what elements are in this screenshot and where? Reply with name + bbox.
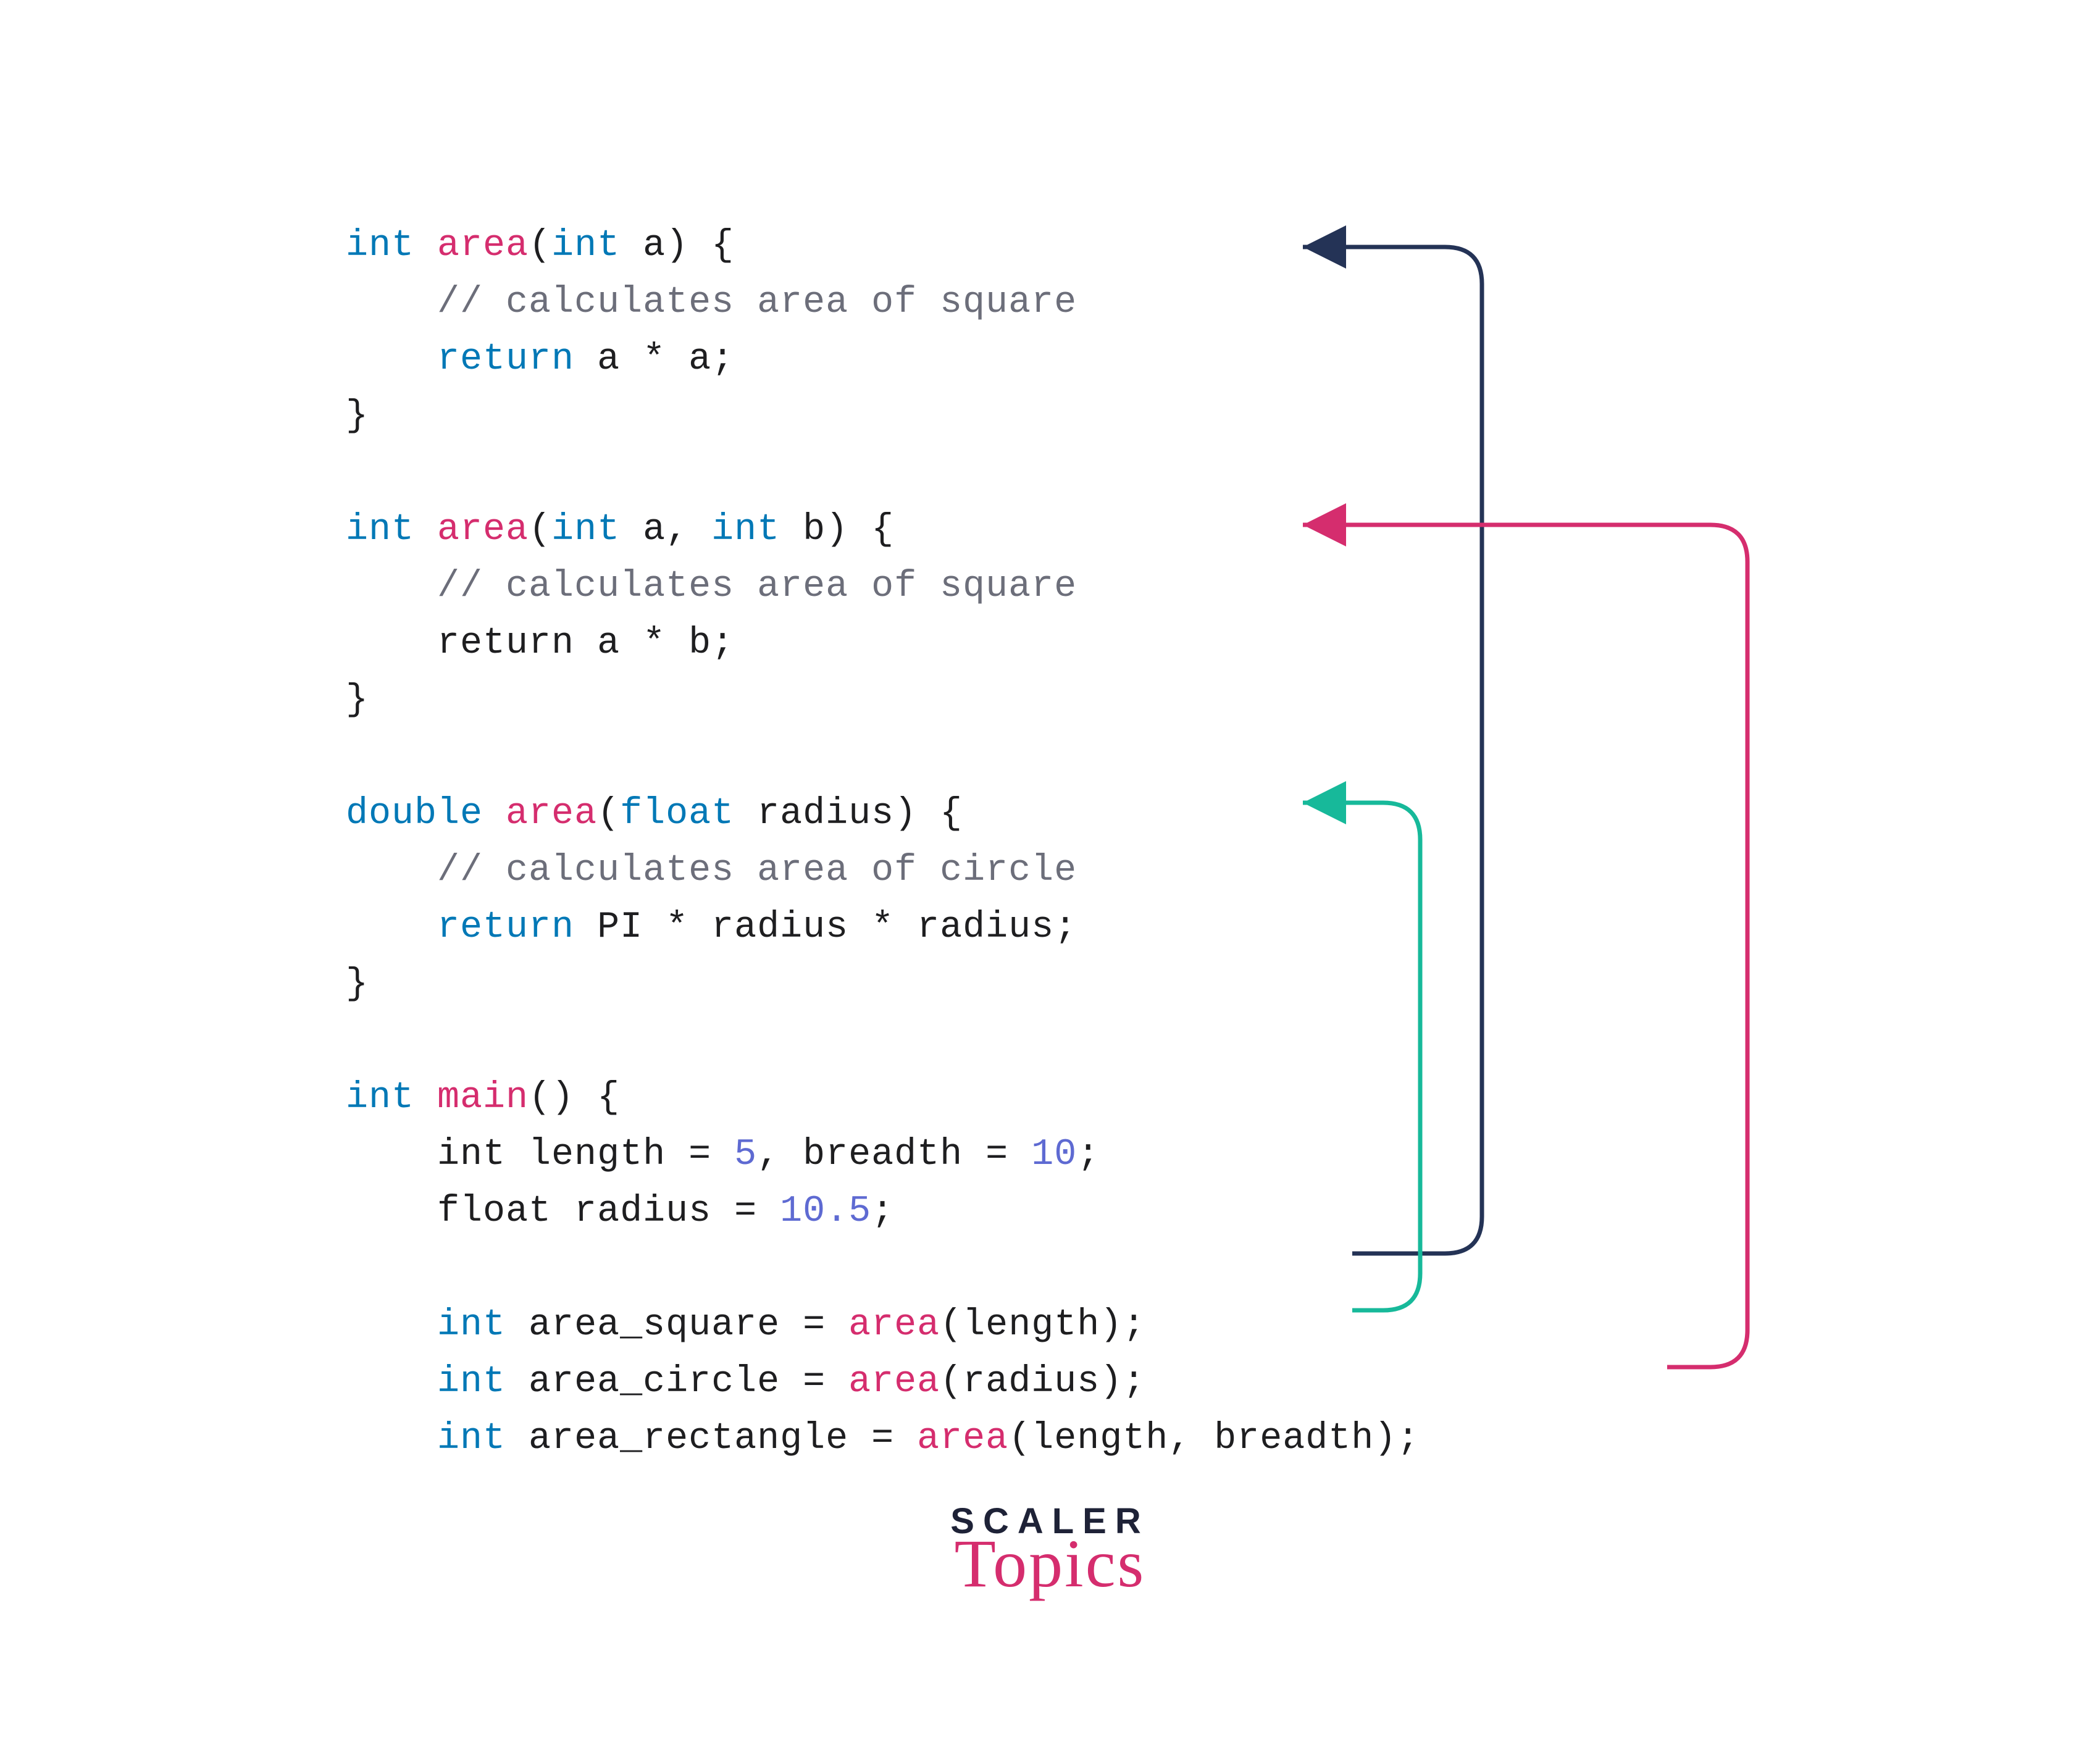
main-call2: int area_circle = area(radius); xyxy=(346,1361,1145,1403)
code-block: int area(int a) { // calculates area of … xyxy=(346,161,1420,1467)
main-call3: int area_rectangle = area(length, breadt… xyxy=(346,1418,1420,1460)
fn2-sig-rest: (int a, int b) { xyxy=(529,509,894,551)
fn1-sig-rest: (int a) { xyxy=(529,225,734,267)
fn2-comment: // calculates area of square xyxy=(346,566,1077,608)
keyword-double: double xyxy=(346,793,506,835)
main-decl2: float radius = 10.5; xyxy=(346,1191,894,1232)
main-decl1: int length = 5, breadth = 10; xyxy=(346,1134,1100,1176)
main-call1: int area_square = area(length); xyxy=(346,1304,1145,1346)
fn1-return: return a * a; xyxy=(346,338,734,380)
logo-topics-text: Topics xyxy=(865,1525,1236,1603)
fn-name-area-2: area xyxy=(437,509,529,551)
fn3-sig-rest: (float radius) { xyxy=(597,793,963,835)
main-sig: int main() { xyxy=(346,1077,620,1119)
fn3-comment: // calculates area of circle xyxy=(346,850,1077,892)
fn1-close: } xyxy=(346,395,369,437)
fn3-return: return PI * radius * radius; xyxy=(346,906,1077,948)
fn3-close: } xyxy=(346,963,369,1005)
fn2-close: } xyxy=(346,679,369,721)
keyword-int-2: int xyxy=(346,509,437,551)
fn1-comment: // calculates area of square xyxy=(346,282,1077,324)
fn-name-area-1: area xyxy=(437,225,529,267)
fn-name-area-3: area xyxy=(506,793,597,835)
brand-logo: SCALER Topics xyxy=(865,1500,1236,1603)
keyword-int: int xyxy=(346,225,437,267)
fn2-return: return a * b; xyxy=(346,622,734,664)
